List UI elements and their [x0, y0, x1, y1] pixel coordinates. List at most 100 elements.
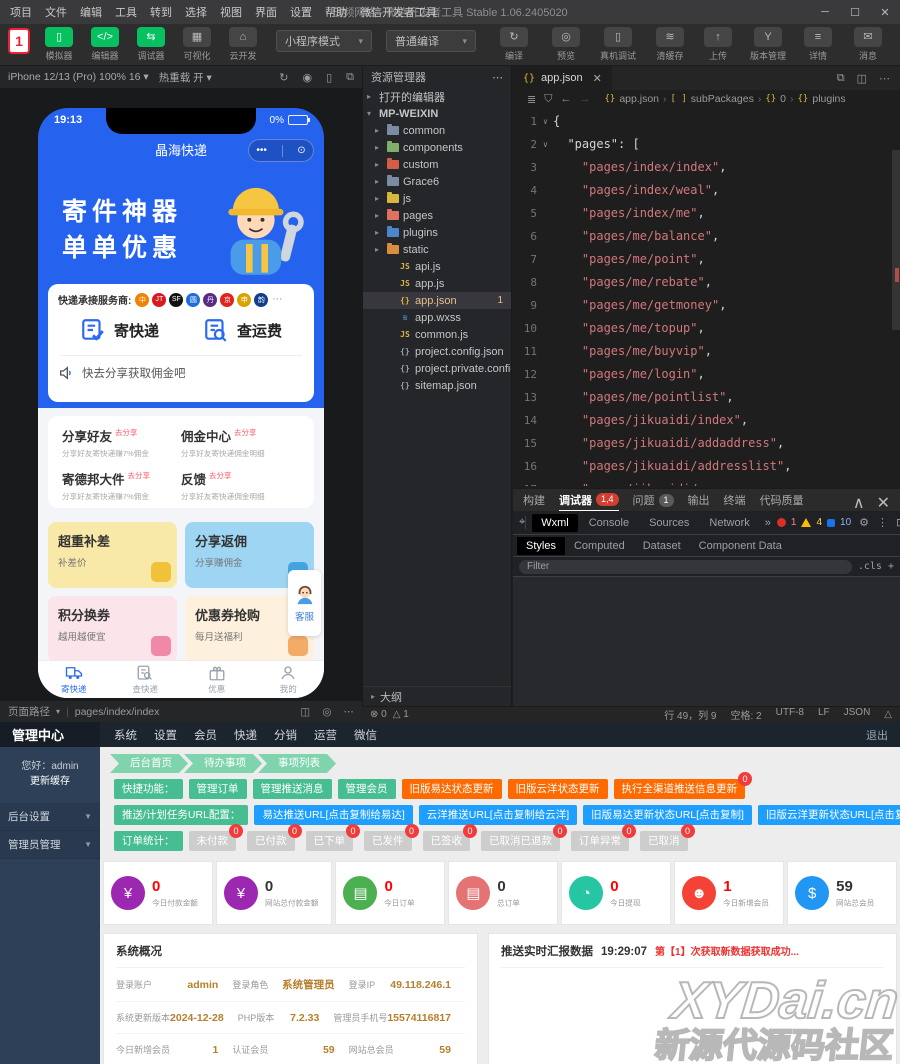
code-line[interactable]: 11 "pages/me/buyvip", — [513, 340, 900, 363]
problems-summary[interactable]: ⊗ 0 △ 1 — [370, 709, 409, 720]
editor-action-icon[interactable]: ⋯ — [879, 72, 890, 85]
toolbar-action-button[interactable]: ≡ 详情 — [796, 27, 840, 62]
page-path-label[interactable]: 页面路径 — [8, 704, 50, 719]
more-carriers-icon[interactable]: ⋯ — [272, 294, 282, 305]
statusbar-item[interactable]: 行 49，列 9 — [664, 707, 716, 722]
kebab-menu-icon[interactable]: ⋮ — [877, 516, 888, 529]
admin-nav-item[interactable]: 微信 — [354, 727, 377, 743]
device-select[interactable]: iPhone 12/13 (Pro) 100% 16 ▾ — [8, 71, 149, 83]
tree-item-api.js[interactable]: JSapi.js — [363, 258, 511, 275]
menu-item[interactable]: 项目 — [10, 4, 32, 20]
customer-service-button[interactable]: 客服 — [288, 570, 321, 636]
toolbar-tool-button[interactable]: ⌂ 云开发 — [224, 27, 262, 62]
quick-action-button[interactable]: 旧版易达状态更新 — [402, 779, 502, 799]
dock-icon[interactable]: ⊡ — [896, 516, 900, 529]
menu-item[interactable]: 工具 — [115, 4, 137, 20]
phone-tab[interactable]: 优惠 — [181, 661, 253, 698]
code-line[interactable]: 6 "pages/me/balance", — [513, 225, 900, 248]
code-line[interactable]: 13 "pages/me/pointlist", — [513, 386, 900, 409]
inspector-tab[interactable]: Computed — [565, 537, 634, 555]
toolbar-action-button[interactable]: ▯ 真机调试 — [596, 27, 640, 62]
tree-item-project.config.json[interactable]: {}project.config.json — [363, 343, 511, 360]
statusbar-item[interactable]: LF — [818, 707, 830, 722]
url-copy-button[interactable]: 旧版易达更新状态URL[点击复制] — [583, 805, 752, 825]
sidebar-menu-item[interactable]: 管理员管理▼ — [0, 831, 100, 859]
menu-item[interactable]: 界面 — [255, 4, 277, 20]
filter-input[interactable]: Filter — [519, 560, 852, 574]
share-menu-item[interactable]: 寄德邦大件去分享 分享好友寄快递赚7%佣金 — [62, 469, 181, 502]
menu-item[interactable]: 文件 — [45, 4, 67, 20]
tree-item-project.private.config.js[interactable]: {}project.private.config.js… — [363, 360, 511, 377]
cls-toggle[interactable]: .cls — [858, 561, 882, 572]
share-menu-item[interactable]: 分享好友去分享 分享好友寄快递赚7%佣金 — [62, 426, 181, 459]
debug-tab[interactable]: 调试器 1,4 — [559, 489, 619, 511]
quick-action-button[interactable]: 管理会员 — [338, 779, 396, 799]
add-style-icon[interactable]: + — [888, 561, 894, 572]
breadcrumb-step[interactable]: 待办事项 — [184, 754, 262, 773]
order-status-button[interactable]: 已下单0 — [306, 831, 354, 851]
close-button[interactable]: ✕ — [870, 6, 900, 19]
quick-action-button[interactable]: 旧版云洋状态更新 — [508, 779, 608, 799]
path-tool-icon[interactable]: ⋯ — [344, 706, 355, 718]
close-icon[interactable]: ✕ — [877, 493, 890, 513]
phone-tab[interactable]: 我的 — [253, 661, 325, 698]
code-line[interactable]: 9 "pages/me/getmoney", — [513, 294, 900, 317]
order-status-button[interactable]: 已签收0 — [423, 831, 471, 851]
capsule-menu[interactable]: ••• ⊙ — [248, 139, 314, 162]
order-status-button[interactable]: 已取消已退款0 — [481, 831, 560, 851]
devtools-tab[interactable]: Console — [580, 514, 638, 532]
breadcrumb-step[interactable]: 事项列表 — [258, 754, 336, 773]
more-icon[interactable]: ⋯ — [492, 71, 503, 84]
breadcrumb-part[interactable]: plugins — [812, 93, 845, 105]
code-line[interactable]: 1∨{ — [513, 110, 900, 133]
editor-scrollbar[interactable] — [892, 150, 900, 330]
path-tool-icon[interactable]: ◎ — [322, 706, 331, 718]
tree-item-app.json[interactable]: {}app.json1 — [363, 292, 511, 309]
tree-item-common[interactable]: ▸common — [363, 122, 511, 139]
inspector-tab[interactable]: Dataset — [634, 537, 690, 555]
tree-item-components[interactable]: ▸components — [363, 139, 511, 156]
tree-item-static[interactable]: ▸static — [363, 241, 511, 258]
code-line[interactable]: 12 "pages/me/login", — [513, 363, 900, 386]
devtools-tab[interactable]: Wxml — [532, 514, 578, 532]
admin-nav-item[interactable]: 系统 — [114, 727, 137, 743]
devtools-tab[interactable]: Sources — [640, 514, 698, 532]
collapse-icon[interactable]: ∧ — [853, 493, 865, 513]
compile-select[interactable]: 普通编译▾ — [386, 30, 476, 52]
menu-item[interactable]: 转到 — [150, 4, 172, 20]
breadcrumb-part[interactable]: app.json — [619, 93, 659, 105]
check-fee-button[interactable]: 查运费 — [181, 317, 304, 343]
tree-item-app.wxss[interactable]: ≋app.wxss — [363, 309, 511, 326]
toolbar-action-button[interactable]: ◎ 预览 — [544, 27, 588, 62]
quick-action-button[interactable]: 执行全渠道推送信息更新0 — [614, 779, 746, 799]
tree-item-sitemap.json[interactable]: {}sitemap.json — [363, 377, 511, 394]
url-copy-button[interactable]: 易达推送URL[点击复制给易达] — [254, 805, 412, 825]
admin-nav-item[interactable]: 设置 — [154, 727, 177, 743]
url-copy-button[interactable]: 旧版云洋更新状态URL[点击复制] — [758, 805, 900, 825]
menu-item[interactable]: 选择 — [185, 4, 207, 20]
order-status-button[interactable]: 已付款0 — [247, 831, 295, 851]
inspect-element-icon[interactable]: ⌖ — [519, 516, 526, 529]
statusbar-item[interactable]: JSON — [844, 707, 871, 722]
toolbar-action-button[interactable]: Y 版本管理 — [746, 27, 790, 62]
toolbar-action-button[interactable]: ✉ 消息 — [846, 27, 890, 62]
order-status-button[interactable]: 已发件0 — [364, 831, 412, 851]
debug-tab[interactable]: 输出 — [688, 492, 710, 508]
order-status-button[interactable]: 订单异常0 — [571, 831, 629, 851]
statusbar-item[interactable]: UTF-8 — [776, 707, 804, 722]
toolbar-action-button[interactable]: ↑ 上传 — [696, 27, 740, 62]
breadcrumb-part[interactable]: 0 — [780, 93, 786, 105]
inspector-tab[interactable]: Styles — [517, 537, 565, 555]
admin-nav-item[interactable]: 快递 — [234, 727, 257, 743]
phone-tab[interactable]: 查快递 — [110, 661, 182, 698]
inspector-tab[interactable]: Component Data — [690, 537, 791, 555]
code-line[interactable]: 14 "pages/jikuaidi/index", — [513, 409, 900, 432]
tree-item-common.js[interactable]: JScommon.js — [363, 326, 511, 343]
debug-tab[interactable]: 构建 — [523, 492, 545, 508]
toolbar-action-button[interactable]: ≋ 清缓存 — [648, 27, 692, 62]
simulator-tool-icon[interactable]: ↻ — [279, 71, 288, 84]
toolbar-action-button[interactable]: ↻ 编译 — [492, 27, 536, 62]
admin-nav-item[interactable]: 会员 — [194, 727, 217, 743]
menu-item[interactable]: 编辑 — [80, 4, 102, 20]
code-line[interactable]: 16 "pages/jikuaidi/addresslist", — [513, 455, 900, 478]
